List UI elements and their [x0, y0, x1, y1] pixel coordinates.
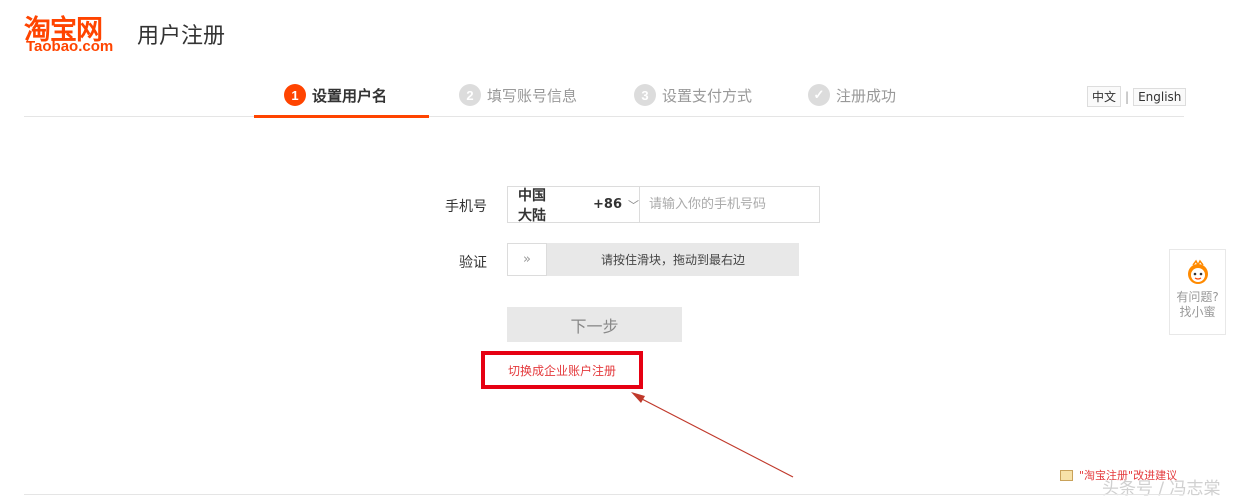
watermark: 头条号 / 冯志棠 — [1102, 479, 1221, 499]
arrow-head — [631, 392, 645, 403]
assistant-icon — [1187, 259, 1208, 284]
help-line-2: 找小蜜 — [1179, 305, 1216, 319]
arrow-line — [639, 397, 794, 478]
help-widget[interactable]: 有问题? 找小蜜 — [1169, 249, 1226, 335]
annotation-arrow — [631, 392, 794, 478]
footer-divider — [24, 494, 1184, 495]
help-line-1: 有问题? — [1176, 290, 1219, 304]
help-text: 有问题? 找小蜜 — [1176, 290, 1218, 320]
feedback-icon — [1060, 469, 1073, 481]
